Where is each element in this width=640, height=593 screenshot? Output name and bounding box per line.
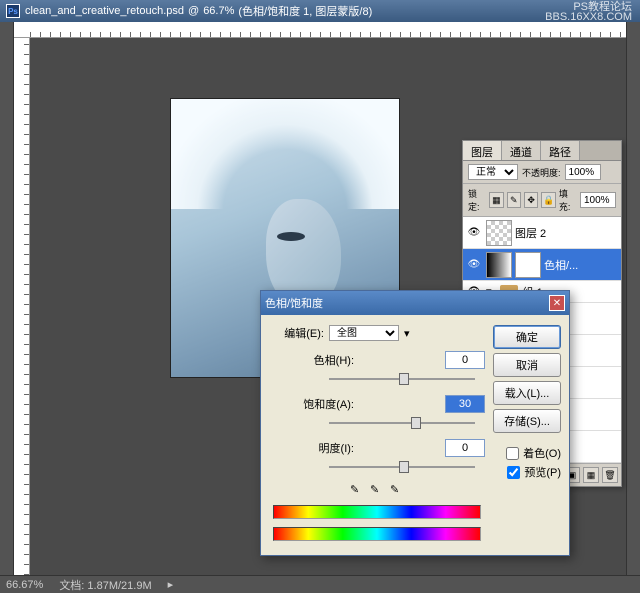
ps-icon: Ps bbox=[6, 4, 20, 18]
edit-select[interactable]: 全图 bbox=[329, 325, 399, 341]
chevron-down-icon[interactable]: ▾ bbox=[404, 327, 410, 340]
lock-all-icon[interactable]: 🔒 bbox=[541, 192, 555, 208]
eyedropper-add-icon[interactable]: ✎ bbox=[370, 483, 384, 497]
opacity-input[interactable] bbox=[565, 164, 601, 180]
ruler-horizontal[interactable] bbox=[14, 22, 626, 38]
edit-label: 编辑(E): bbox=[269, 325, 324, 341]
watermark: PS教程论坛 BBS.16XX8.COM bbox=[545, 2, 632, 22]
hue-saturation-dialog[interactable]: 色相/饱和度 ✕ 编辑(E): 全图 ▾ 色相(H): 饱和度(A): 明度 bbox=[260, 290, 570, 556]
layer-item[interactable]: 👁 图层 2 bbox=[463, 217, 621, 249]
chevron-right-icon[interactable]: ▸ bbox=[168, 578, 174, 591]
load-button[interactable]: 载入(L)... bbox=[493, 381, 561, 405]
cancel-button[interactable]: 取消 bbox=[493, 353, 561, 377]
lock-transparent-icon[interactable]: ▦ bbox=[489, 192, 503, 208]
close-icon[interactable]: ✕ bbox=[549, 295, 565, 311]
visibility-icon[interactable]: 👁 bbox=[465, 259, 483, 270]
trash-icon[interactable]: 🗑 bbox=[602, 467, 618, 483]
lightness-label: 明度(I): bbox=[269, 440, 354, 456]
titlebar: Ps clean_and_creative_retouch.psd @ 66.7… bbox=[0, 0, 640, 22]
layer-name[interactable]: 色相/... bbox=[544, 257, 578, 273]
lock-move-icon[interactable]: ✥ bbox=[524, 192, 538, 208]
fill-label: 填充: bbox=[559, 187, 577, 213]
opacity-label: 不透明度: bbox=[522, 166, 561, 179]
tool-strip-right[interactable] bbox=[626, 22, 640, 575]
hue-input[interactable] bbox=[445, 351, 485, 369]
blend-mode-select[interactable]: 正常 bbox=[468, 164, 518, 180]
colorize-label: 着色(O) bbox=[523, 445, 561, 461]
layer-item[interactable]: 👁 色相/... bbox=[463, 249, 621, 281]
visibility-icon[interactable]: 👁 bbox=[465, 227, 483, 238]
saturation-label: 饱和度(A): bbox=[269, 396, 354, 412]
tool-strip-left[interactable] bbox=[0, 22, 14, 575]
hue-label: 色相(H): bbox=[269, 352, 354, 368]
dialog-title: 色相/饱和度 bbox=[265, 295, 323, 311]
ok-button[interactable]: 确定 bbox=[493, 325, 561, 349]
document-layer-info: (色相/饱和度 1, 图层蒙版/8) bbox=[238, 3, 372, 19]
document-filename: clean_and_creative_retouch.psd bbox=[25, 5, 184, 17]
tab-layers[interactable]: 图层 bbox=[463, 141, 502, 160]
slider-thumb[interactable] bbox=[399, 461, 409, 473]
dialog-titlebar[interactable]: 色相/饱和度 ✕ bbox=[261, 291, 569, 315]
layer-name[interactable]: 图层 2 bbox=[515, 225, 546, 241]
slider-thumb[interactable] bbox=[411, 417, 421, 429]
slider-thumb[interactable] bbox=[399, 373, 409, 385]
hue-spectrum bbox=[273, 505, 481, 519]
mask-thumb[interactable] bbox=[515, 252, 541, 278]
saturation-slider[interactable] bbox=[329, 415, 475, 431]
lightness-input[interactable] bbox=[445, 439, 485, 457]
ruler-vertical[interactable] bbox=[14, 38, 30, 575]
lock-label: 锁定: bbox=[468, 187, 486, 213]
hue-slider[interactable] bbox=[329, 371, 475, 387]
saturation-input[interactable] bbox=[445, 395, 485, 413]
status-docsize: 文档: 1.87M/21.9M bbox=[59, 577, 151, 593]
status-zoom[interactable]: 66.67% bbox=[6, 579, 43, 591]
lightness-slider[interactable] bbox=[329, 459, 475, 475]
hue-spectrum-result bbox=[273, 527, 481, 541]
eyedropper-icon[interactable]: ✎ bbox=[350, 483, 364, 497]
panel-tabs: 图层 通道 路径 bbox=[463, 141, 621, 161]
eyedropper-minus-icon[interactable]: ✎ bbox=[390, 483, 404, 497]
new-layer-icon[interactable]: ▦ bbox=[583, 467, 599, 483]
lock-paint-icon[interactable]: ✎ bbox=[507, 192, 521, 208]
document-zoom: 66.7% bbox=[203, 5, 234, 17]
save-button[interactable]: 存储(S)... bbox=[493, 409, 561, 433]
tab-paths[interactable]: 路径 bbox=[541, 141, 580, 160]
layer-thumb[interactable] bbox=[486, 220, 512, 246]
fill-input[interactable] bbox=[580, 192, 616, 208]
adjustment-thumb[interactable] bbox=[486, 252, 512, 278]
colorize-checkbox[interactable] bbox=[506, 447, 519, 460]
statusbar: 66.67% 文档: 1.87M/21.9M ▸ bbox=[0, 575, 640, 593]
tab-channels[interactable]: 通道 bbox=[502, 141, 541, 160]
preview-checkbox[interactable] bbox=[507, 466, 520, 479]
preview-label: 预览(P) bbox=[524, 464, 561, 480]
